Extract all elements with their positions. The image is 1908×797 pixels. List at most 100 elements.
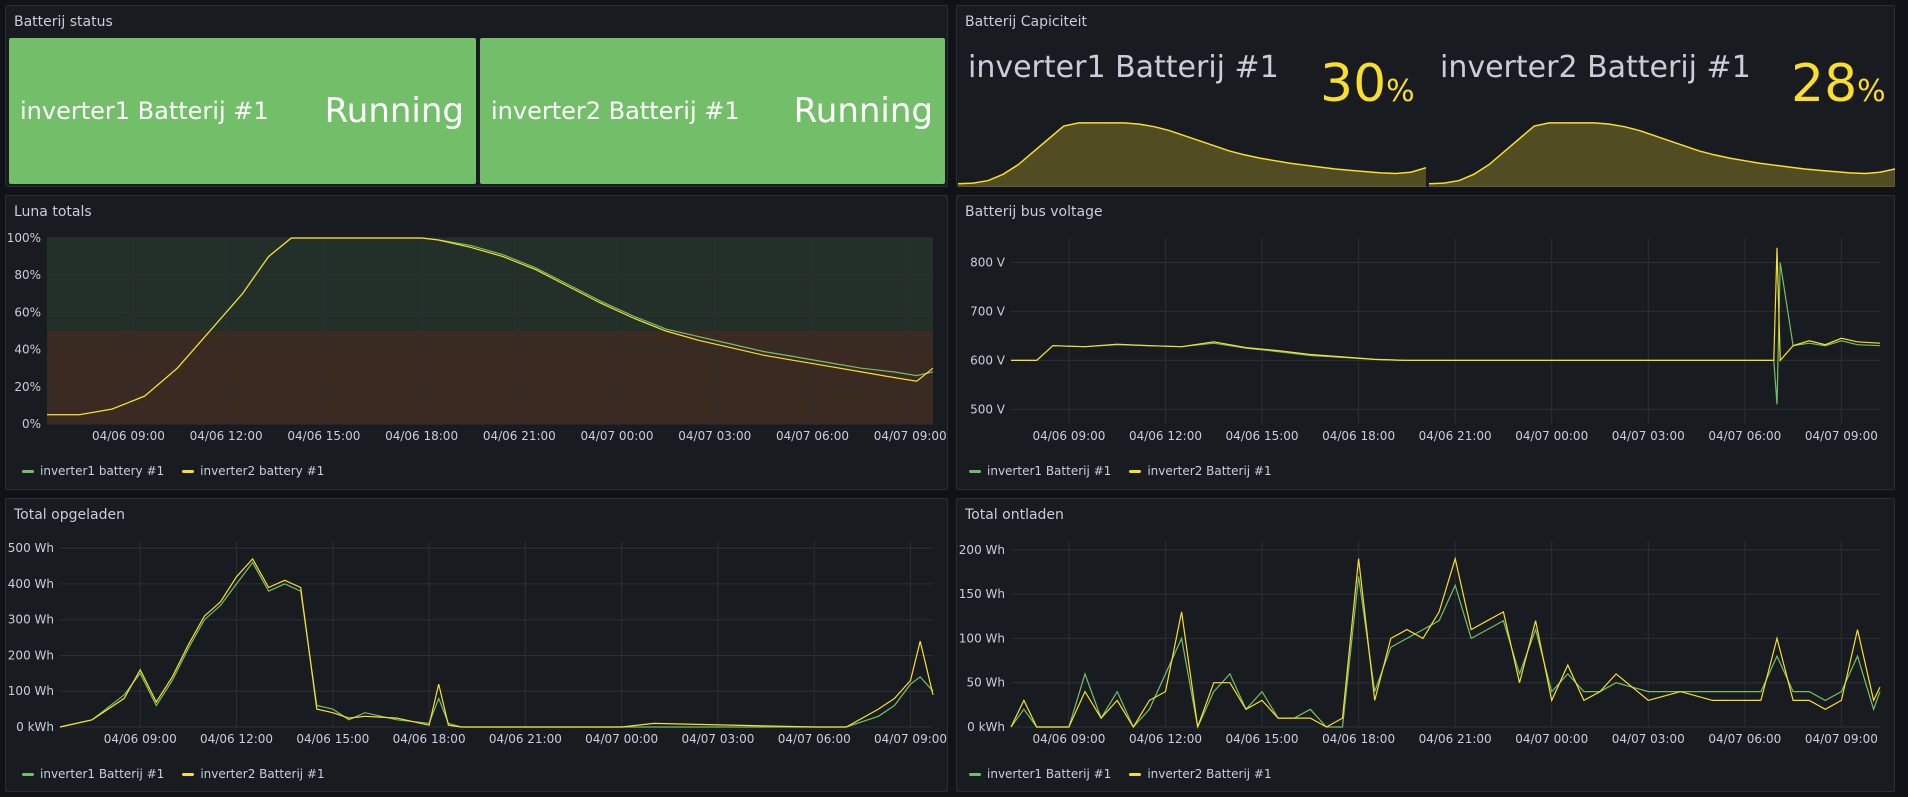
x-tick-label: 04/06 12:00: [190, 429, 263, 443]
y-tick-label: 150 Wh: [959, 587, 1005, 601]
x-tick-label: 04/06 12:00: [1129, 429, 1202, 443]
y-tick-label: 300 Wh: [8, 613, 54, 627]
y-tick-label: 400 Wh: [8, 577, 54, 591]
x-tick-label: 04/07 06:00: [778, 732, 851, 746]
stat-value: 28%: [1791, 54, 1886, 114]
legend-swatch: [969, 469, 981, 473]
stat-unit: %: [1857, 74, 1886, 109]
panel-title[interactable]: Batterij bus voltage: [965, 204, 1103, 220]
batterij-capiciteit-panel: Batterij Capiciteit inverter1 Batterij #…: [956, 5, 1895, 187]
ontladen-panel: Total ontladen 0 kWh 50 Wh 100 Wh 150 Wh 200…: [956, 498, 1895, 792]
panel-title[interactable]: Luna totals: [14, 204, 92, 220]
x-tick-label: 04/07 00:00: [1515, 732, 1588, 746]
legend-label: inverter2 Batterij #1: [1147, 464, 1272, 478]
legend-label: inverter2 battery #1: [200, 464, 325, 478]
x-tick-label: 04/07 00:00: [585, 732, 658, 746]
legend-label: inverter2 Batterij #1: [1147, 767, 1272, 781]
y-tick-label: 20%: [14, 380, 41, 394]
threshold-band: [47, 331, 933, 424]
stat-name: inverter2 Batterij #1: [491, 97, 740, 125]
y-tick-label: 0 kWh: [16, 720, 54, 734]
y-tick-label: 500 V: [970, 402, 1006, 416]
series-line-1: [1011, 262, 1881, 405]
x-tick-label: 04/07 06:00: [1708, 732, 1781, 746]
legend-item[interactable]: inverter2 Batterij #1: [1129, 767, 1272, 781]
series-line-1: [59, 561, 934, 728]
x-tick-label: 04/06 15:00: [287, 429, 360, 443]
legend-label: inverter1 battery #1: [40, 464, 165, 478]
legend-item[interactable]: inverter1 Batterij #1: [969, 767, 1111, 781]
legend: inverter1 Batterij #1 inverter2 Batterij…: [969, 464, 1272, 478]
legend: inverter1 Batterij #1 inverter2 Batterij…: [22, 767, 325, 781]
panel-title[interactable]: Total opgeladen: [14, 507, 125, 523]
y-tick-label: 600 V: [970, 353, 1006, 367]
opgeladen-panel: Total opgeladen 0 kWh 100 Wh 200 Wh 300 Wh 4…: [5, 498, 948, 792]
legend-item[interactable]: inverter2 Batterij #1: [182, 767, 325, 781]
x-tick-label: 04/07 03:00: [681, 732, 754, 746]
y-tick-label: 200 Wh: [8, 648, 54, 662]
legend-swatch: [22, 772, 34, 776]
x-tick-label: 04/06 18:00: [385, 429, 458, 443]
legend-item[interactable]: inverter1 battery #1: [22, 464, 164, 478]
panel-title[interactable]: Batterij status: [14, 14, 113, 30]
legend-swatch: [182, 772, 195, 776]
stat-value: Running: [324, 91, 464, 131]
legend-item[interactable]: inverter2 Batterij #1: [1129, 464, 1272, 478]
legend-item[interactable]: inverter2 battery #1: [182, 464, 324, 478]
legend-swatch: [22, 469, 34, 473]
bus-voltage-panel: Batterij bus voltage 500 V 600 V 700 V 800 …: [956, 195, 1895, 490]
series-line-2: [1010, 556, 1881, 729]
legend-swatch: [1129, 772, 1142, 776]
y-tick-label: 800 V: [970, 255, 1006, 269]
bus-voltage-chart[interactable]: 500 V 600 V 700 V 800 V 04/06 09:00 04/06 12:…: [957, 226, 1894, 454]
x-tick-label: 04/06 15:00: [296, 732, 369, 746]
stat-number: 30: [1320, 54, 1387, 114]
x-tick-label: 04/06 15:00: [1226, 429, 1299, 443]
panel-title[interactable]: Total ontladen: [965, 507, 1064, 523]
y-tick-label: 500 Wh: [8, 541, 54, 555]
y-tick-label: 80%: [14, 268, 41, 282]
legend-label: inverter2 Batterij #1: [200, 767, 325, 781]
x-tick-label: 04/07 03:00: [1612, 429, 1685, 443]
y-tick-label: 200 Wh: [959, 543, 1005, 557]
x-tick-label: 04/06 12:00: [1129, 732, 1202, 746]
x-tick-label: 04/07 06:00: [1708, 429, 1781, 443]
opgeladen-chart[interactable]: 0 kWh 100 Wh 200 Wh 300 Wh 400 Wh 500 Wh 04/06…: [6, 529, 947, 757]
legend-label: inverter1 Batterij #1: [987, 767, 1112, 781]
x-tick-label: 04/07 03:00: [678, 429, 751, 443]
sparkline-area: [1429, 122, 1895, 187]
y-tick-label: 0%: [22, 417, 41, 431]
threshold-band: [47, 238, 933, 331]
stat-name: inverter2 Batterij #1: [1440, 50, 1751, 85]
y-tick-label: 60%: [14, 305, 41, 319]
x-tick-label: 04/06 15:00: [1226, 732, 1299, 746]
ontladen-chart[interactable]: 0 kWh 50 Wh 100 Wh 150 Wh 200 Wh 04/06 09:00 0…: [957, 529, 1894, 757]
luna-totals-panel: Luna totals 0% 20% 40% 60% 80% 100% 04/06 09:0…: [5, 195, 948, 490]
legend-swatch: [182, 469, 195, 473]
x-tick-label: 04/07 09:00: [1805, 429, 1878, 443]
x-tick-label: 04/07 09:00: [874, 732, 947, 746]
x-tick-label: 04/06 09:00: [1032, 429, 1105, 443]
y-tick-label: 100 Wh: [959, 631, 1005, 645]
x-tick-label: 04/07 00:00: [581, 429, 654, 443]
stat-value: Running: [793, 91, 933, 131]
legend-item[interactable]: inverter1 Batterij #1: [969, 464, 1111, 478]
luna-totals-chart[interactable]: 0% 20% 40% 60% 80% 100% 04/06 09:00 04/06 12:00…: [6, 226, 947, 454]
legend-item[interactable]: inverter1 Batterij #1: [22, 767, 164, 781]
x-tick-label: 04/06 09:00: [104, 732, 177, 746]
status-stat-inverter2[interactable]: inverter2 Batterij #1 Running: [480, 38, 945, 184]
x-tick-label: 04/07 06:00: [776, 429, 849, 443]
panel-title[interactable]: Batterij Capiciteit: [965, 14, 1087, 30]
y-tick-label: 100 Wh: [8, 684, 54, 698]
y-tick-label: 50 Wh: [966, 676, 1005, 690]
y-tick-label: 0 kWh: [967, 720, 1005, 734]
legend-swatch: [969, 772, 981, 776]
x-tick-label: 04/07 03:00: [1612, 732, 1685, 746]
sparkline-inverter1: [958, 122, 1426, 187]
status-stat-inverter1[interactable]: inverter1 Batterij #1 Running: [9, 38, 476, 184]
legend: inverter1 Batterij #1 inverter2 Batterij…: [969, 767, 1272, 781]
x-tick-label: 04/06 21:00: [1419, 732, 1492, 746]
x-tick-label: 04/06 18:00: [393, 732, 466, 746]
legend-label: inverter1 Batterij #1: [987, 464, 1112, 478]
y-tick-label: 100%: [7, 231, 41, 245]
